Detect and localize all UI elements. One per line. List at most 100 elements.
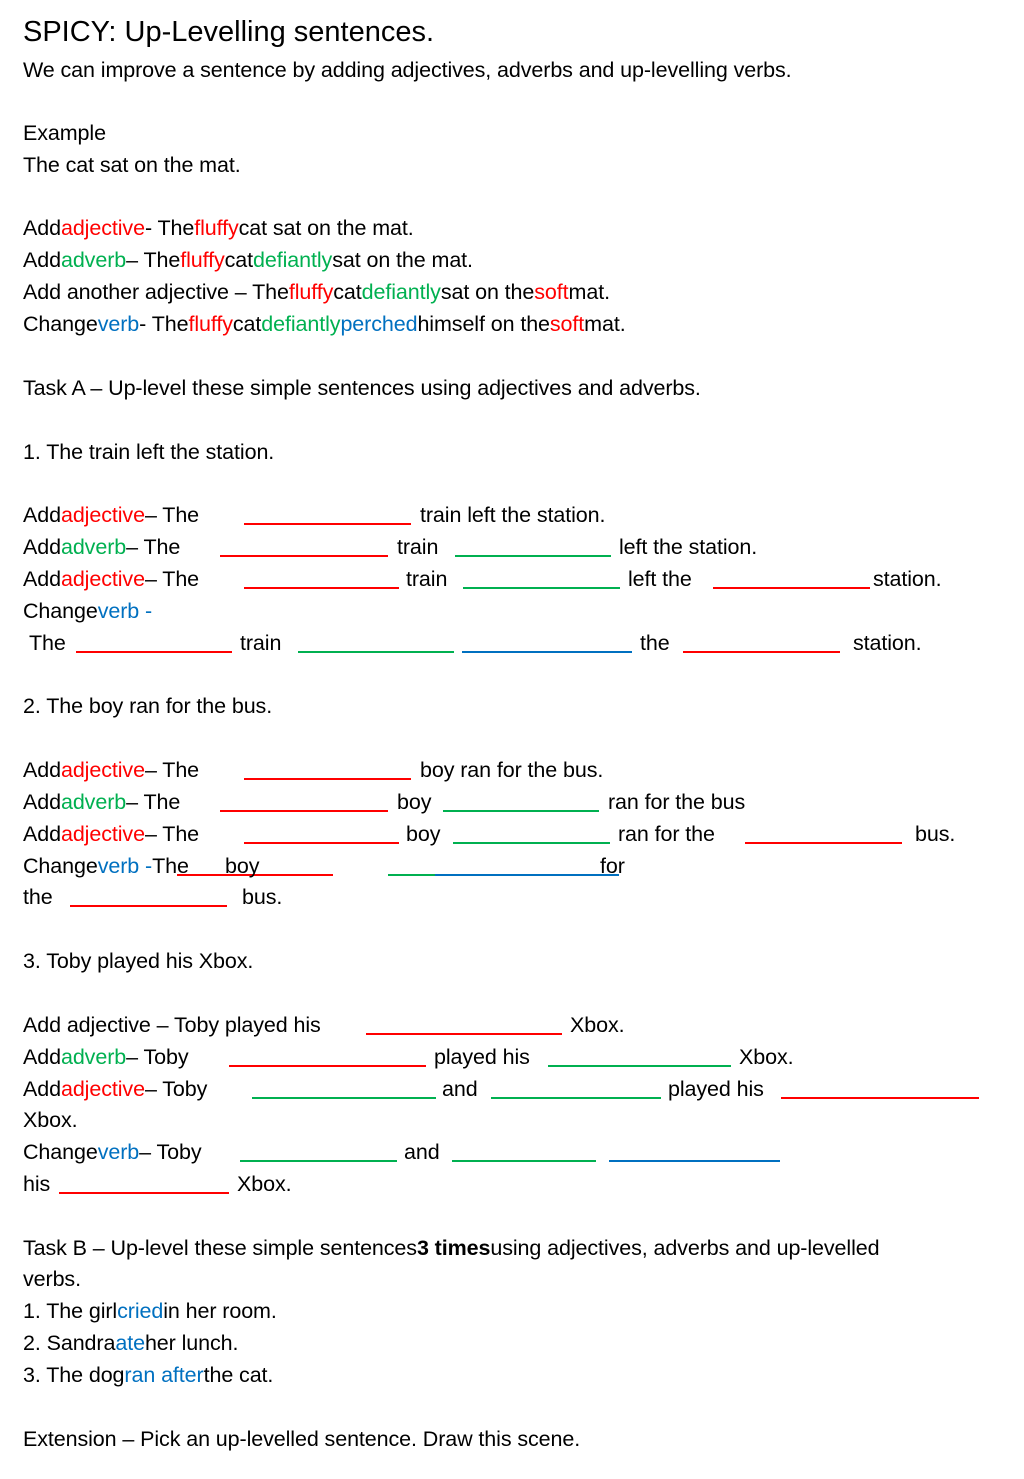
answer-blank-red[interactable] <box>244 587 399 589</box>
text-segment: 3. The dog <box>23 1363 125 1387</box>
verb-word: cried <box>117 1299 164 1323</box>
answer-blank-red[interactable] <box>713 587 870 589</box>
text-segment: station. <box>873 567 942 591</box>
adjective-word: adjective <box>60 1077 145 1101</box>
answer-blank-red[interactable] <box>366 1033 562 1035</box>
answer-blank-red[interactable] <box>244 842 399 844</box>
answer-blank-green[interactable] <box>455 555 611 557</box>
text-segment: in her room. <box>163 1299 277 1323</box>
line-example-add-adverb: Add adverb – The fluffy cat defiantly sa… <box>0 245 1024 275</box>
answer-blank-red[interactable] <box>220 555 388 557</box>
line-example-add-adjective: Add adjective - The fluffy cat sat on th… <box>0 213 1024 243</box>
text-segment: and <box>404 1140 440 1164</box>
text-segment: Change <box>23 312 98 336</box>
line-a2-adjective-2: Add adjective – The boy ran for the bus. <box>0 819 1024 849</box>
answer-blank-green[interactable] <box>298 651 454 653</box>
text-segment: – The <box>126 535 181 559</box>
text-segment: boy <box>406 822 441 846</box>
line-a3-change-verb: Change verb – Toby and <box>0 1137 1024 1167</box>
text-segment: Add <box>23 1045 61 1069</box>
text-segment: Add <box>23 248 61 272</box>
answer-blank-green[interactable] <box>452 1160 596 1162</box>
answer-blank-red[interactable] <box>683 651 840 653</box>
adjective-word: fluffy <box>194 216 239 240</box>
text-segment: Change <box>23 1140 98 1164</box>
line-a1-change-verb-cont: The train the station. <box>0 628 1024 658</box>
answer-blank-blue[interactable] <box>609 1160 780 1162</box>
text-segment: Add <box>23 567 61 591</box>
answer-blank-green[interactable] <box>548 1065 731 1067</box>
answer-blank-green[interactable] <box>463 587 620 589</box>
answer-blank-red[interactable] <box>229 1065 426 1067</box>
answer-blank-red[interactable] <box>244 778 411 780</box>
text-segment: station. <box>853 631 922 655</box>
adjective-word: soft <box>534 280 569 304</box>
line-extension: Extension – Pick an up-levelled sentence… <box>0 1424 1024 1454</box>
answer-blank-blue[interactable] <box>462 651 632 653</box>
text-segment: the cat. <box>203 1363 274 1387</box>
adjective-word: adjective <box>60 216 145 240</box>
answer-blank-blue[interactable] <box>435 874 619 876</box>
text-segment: the <box>23 885 53 909</box>
line-task-b-heading: Task B – Up-level these simple sentences… <box>0 1233 1024 1263</box>
adjective-word: adjective <box>60 758 145 782</box>
answer-blank-red[interactable] <box>76 651 232 653</box>
text-segment: played his <box>668 1077 764 1101</box>
answer-blank-red[interactable] <box>745 842 902 844</box>
answer-blank-red[interactable] <box>244 523 411 525</box>
text-segment: using adjectives, adverbs and up-levelle… <box>490 1236 880 1260</box>
answer-blank-green[interactable] <box>240 1160 397 1162</box>
text-segment: Extension – Pick an up-levelled sentence… <box>23 1427 581 1451</box>
adjective-word: fluffy <box>288 280 334 304</box>
answer-blank-red[interactable] <box>781 1097 979 1099</box>
adverb-word: adverb <box>60 535 127 559</box>
verb-word: verb - <box>97 854 153 878</box>
text-segment: her lunch. <box>144 1331 239 1355</box>
verb-word: ate <box>115 1331 145 1355</box>
line-b1: 1. The girl cried in her room. <box>0 1296 1024 1326</box>
text-segment: train left the station. <box>420 503 606 527</box>
text-segment: – The <box>144 567 200 591</box>
text-segment: train <box>240 631 282 655</box>
text-segment: – Toby <box>139 1140 202 1164</box>
text-segment: – The <box>126 790 181 814</box>
adverb-word: adverb <box>60 790 127 814</box>
line-a1-sentence: 1. The train left the station. <box>0 437 1024 467</box>
line-example-change-verb: Change verb - The fluffy cat defiantly p… <box>0 309 1024 339</box>
adverb-word: defiantly <box>253 248 333 272</box>
text-segment: The <box>152 854 189 878</box>
text-segment: ran for the bus <box>608 790 746 814</box>
answer-blank-red[interactable] <box>70 905 227 907</box>
text-segment: for <box>600 854 625 878</box>
line-a2-adjective: Add adjective – The boy ran for the bus. <box>0 755 1024 785</box>
text-segment: bus. <box>242 885 283 909</box>
text-segment: mat. <box>584 312 626 336</box>
line-a2-sentence: 2. The boy ran for the bus. <box>0 691 1024 721</box>
adverb-word: defiantly <box>361 280 441 304</box>
text-segment: – The <box>126 248 181 272</box>
answer-blank-green[interactable] <box>252 1097 436 1099</box>
answer-blank-green[interactable] <box>443 810 599 812</box>
line-a1-adjective: Add adjective – The train left the statio… <box>0 500 1024 530</box>
verb-word: verb <box>97 1140 140 1164</box>
answer-blank-green[interactable] <box>491 1097 661 1099</box>
text-segment: bus. <box>915 822 956 846</box>
text-segment: Xbox. <box>23 1108 78 1132</box>
adjective-word: adjective <box>60 503 145 527</box>
text-segment: Add <box>23 535 61 559</box>
line-a3-sentence: 3. Toby played his Xbox. <box>0 946 1024 976</box>
text-segment: himself on the <box>417 312 550 336</box>
text-segment: – Toby <box>126 1045 189 1069</box>
line-a2-adverb: Add adverb – The boy ran for the bus <box>0 787 1024 817</box>
answer-blank-green[interactable] <box>453 842 610 844</box>
text-segment: We can improve a sentence by adding adje… <box>23 58 792 82</box>
text-segment: Add adjective – Toby played his <box>23 1013 321 1037</box>
answer-blank-red[interactable] <box>59 1192 229 1194</box>
line-b2: 2. Sandra ate her lunch. <box>0 1328 1024 1358</box>
text-segment: Task A – Up-level these simple sentences… <box>23 376 701 400</box>
answer-blank-red[interactable] <box>220 810 388 812</box>
line-a3-adjective-2: Add adjective – Toby and played his <box>0 1074 1024 1104</box>
text-segment: cat sat on the mat. <box>238 216 414 240</box>
text-segment: Example <box>23 121 106 145</box>
text-segment: Add <box>23 822 61 846</box>
